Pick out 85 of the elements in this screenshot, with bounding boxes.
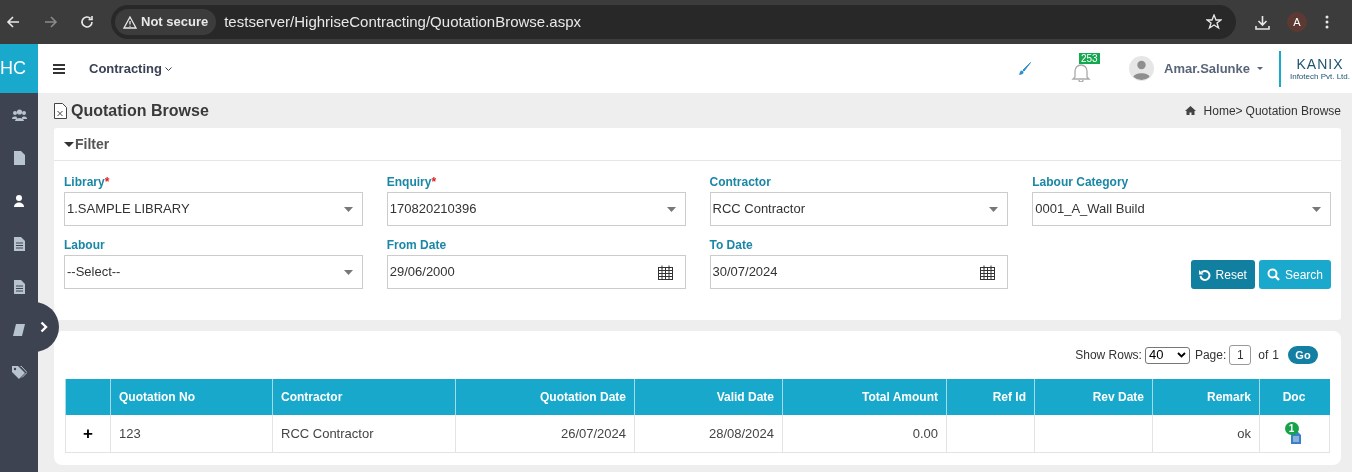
module-dropdown[interactable]: Contracting — [89, 58, 172, 79]
required-mark: * — [431, 174, 437, 191]
dropdown-arrow-icon — [1312, 206, 1321, 212]
field-label: To Date — [709, 237, 753, 254]
column-header: Rev Date — [1092, 389, 1144, 406]
table-cell-text: 28/08/2024 — [708, 424, 774, 443]
url-text: testserver/HighriseContracting/QuotationBrowse.aspx — [224, 11, 583, 32]
security-chip[interactable]: Not secure — [115, 9, 217, 35]
user-icon[interactable] — [14, 194, 24, 207]
document-count-badge: 1 — [1284, 421, 1299, 435]
document-icon[interactable] — [13, 279, 25, 294]
profile-avatar[interactable]: A — [1287, 12, 1307, 32]
bell-icon[interactable] — [1071, 61, 1091, 82]
home-icon[interactable] — [1184, 106, 1196, 115]
field-label: Contractor — [709, 174, 771, 191]
back-icon[interactable] — [6, 15, 20, 29]
paintbrush-icon[interactable] — [1018, 62, 1031, 75]
dropdown-arrow-icon — [343, 269, 353, 275]
column-header: Valid Date — [716, 389, 774, 406]
warning-icon — [123, 15, 137, 29]
column-header: Ref Id — [992, 389, 1026, 406]
chevron-down-icon — [164, 66, 172, 71]
table-cell-text: 26/07/2024 — [560, 424, 626, 443]
menu-icon[interactable] — [1325, 15, 1329, 29]
chevron-down-icon — [1176, 352, 1186, 358]
reload-icon[interactable] — [80, 15, 94, 29]
document-icon[interactable] — [13, 236, 25, 251]
date-field[interactable]: 29/06/2000 — [386, 255, 686, 289]
field-label: From Date — [386, 237, 447, 254]
table-cell-text: 0.00 — [912, 424, 938, 443]
company-logo: KANIX Infotech Pvt. Ltd. — [1288, 56, 1351, 81]
page-of-label: of — [1258, 347, 1269, 364]
column-header: Remark — [1206, 389, 1251, 406]
dropdown-arrow-icon — [989, 206, 999, 212]
reset-icon — [1198, 268, 1211, 281]
excel-file-icon — [54, 102, 67, 119]
calendar-icon[interactable] — [980, 264, 996, 280]
filter-toggle[interactable]: Filter — [54, 128, 1341, 161]
page-count: 1 — [1272, 347, 1279, 364]
dropdown-arrow-icon — [666, 206, 676, 212]
avatar-icon[interactable] — [1129, 56, 1154, 81]
select-field[interactable]: 0001_A_Wall Build — [1032, 192, 1331, 226]
column-header: Quotation No — [119, 389, 195, 406]
column-header: Contractor — [281, 389, 343, 406]
table-cell-text: RCC Contractor — [281, 424, 374, 443]
field-label: Labour Category — [1032, 174, 1129, 191]
forward-icon[interactable] — [44, 15, 58, 29]
page-title: Quotation Browse — [71, 100, 209, 121]
page-label: Page: — [1194, 347, 1227, 364]
select-field[interactable]: RCC Contractor — [709, 192, 1009, 226]
user-menu[interactable]: Amar.Salunke — [1164, 58, 1263, 79]
download-icon[interactable] — [1255, 14, 1270, 30]
select-field[interactable]: 170820210396 — [386, 192, 686, 226]
column-header: Quotation Date — [540, 389, 626, 406]
calendar-icon[interactable] — [657, 264, 673, 280]
breadcrumb-current: Quotation Browse — [1245, 102, 1341, 120]
tags-icon[interactable] — [11, 366, 27, 379]
table-cell-text: ok — [1237, 424, 1251, 443]
reset-button[interactable]: Reset — [1190, 260, 1255, 289]
rows-select[interactable]: 40 — [1144, 346, 1190, 364]
field-label: Library — [64, 174, 105, 191]
field-label: Enquiry — [386, 174, 432, 191]
select-field[interactable]: 1.SAMPLE LIBRARY — [64, 192, 363, 226]
page-input[interactable]: 1 — [1229, 345, 1252, 365]
field-label: Labour — [64, 237, 105, 254]
show-rows-label: Show Rows: — [1075, 347, 1142, 364]
users-icon[interactable] — [11, 108, 27, 121]
expand-row-button[interactable]: + — [83, 420, 93, 447]
required-mark: * — [104, 174, 110, 191]
dropdown-arrow-icon — [343, 206, 353, 212]
go-button[interactable]: Go — [1288, 346, 1318, 364]
address-bar[interactable]: Not secure testserver/HighriseContracting/QuotationBrowse.aspx — [111, 5, 1236, 39]
file-icon[interactable] — [13, 150, 25, 165]
column-header: Doc — [1282, 389, 1306, 406]
notification-badge: 253 — [1079, 52, 1100, 64]
search-icon — [1266, 268, 1280, 281]
star-icon[interactable] — [1206, 14, 1222, 30]
date-field[interactable]: 30/07/2024 — [709, 255, 1009, 289]
select-field[interactable]: --Select-- — [64, 255, 363, 289]
breadcrumb-home-link[interactable]: Home> — [1203, 101, 1243, 120]
column-header: Total Amount — [862, 389, 938, 406]
table-cell-text: 123 — [119, 424, 141, 443]
chevron-right-icon — [39, 321, 48, 333]
caret-down-icon — [1257, 67, 1263, 70]
menu-icon[interactable] — [53, 63, 65, 74]
